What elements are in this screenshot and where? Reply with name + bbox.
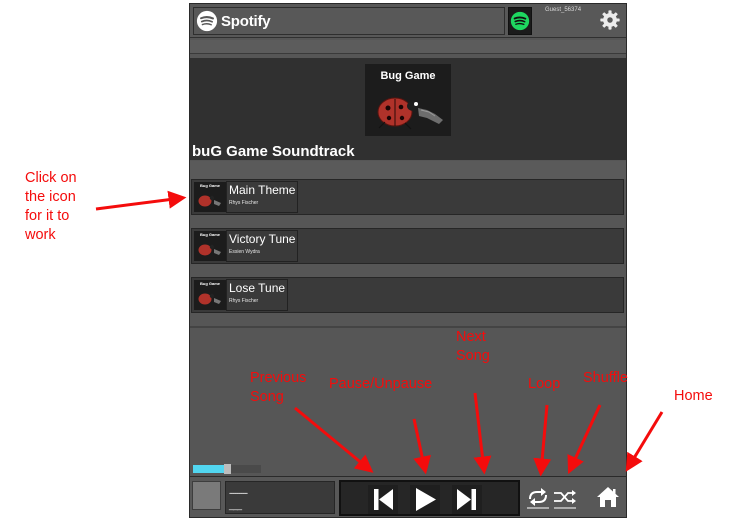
annotation-line: work	[25, 227, 56, 243]
track-name: Lose Tune	[229, 281, 286, 295]
track-play-icon[interactable]: Bug Game	[194, 182, 226, 212]
annotation-pause: Pause/Unpause	[329, 376, 433, 392]
loop-icon	[527, 488, 549, 509]
shuffle-icon	[554, 490, 576, 509]
track-info: Lose Tune Rhys Fischer	[226, 279, 289, 311]
progress-handle[interactable]	[224, 464, 231, 474]
annotation-line: the icon	[25, 189, 76, 205]
previous-button[interactable]	[368, 485, 398, 514]
annotation-shuffle: Shuffle	[583, 370, 628, 386]
progress-fill	[193, 465, 227, 473]
annotation-line: for it to	[25, 208, 70, 224]
now-playing-info: --------- ___	[225, 481, 335, 514]
annotation-loop: Loop	[528, 376, 561, 392]
header-strip	[190, 40, 626, 54]
spotify-account-icon	[510, 11, 530, 31]
track-row[interactable]: Bug Game Lose Tune Rhys Fischer	[191, 277, 624, 313]
ladybug-controller-image	[377, 97, 443, 130]
next-icon	[457, 489, 476, 510]
track-row[interactable]: Bug Game Main Theme Rhys Fischer	[191, 179, 624, 215]
spotify-app-window: Spotify Guest_56374 Bug Game buG Game So…	[189, 3, 627, 497]
track-artist: Rhys Fischer	[229, 298, 259, 304]
shuffle-button[interactable]	[551, 484, 579, 510]
album-header: Bug Game buG Game Soundtrack	[190, 58, 626, 160]
now-playing-artist: ___	[229, 500, 242, 510]
next-button[interactable]	[452, 485, 482, 514]
loop-button[interactable]	[524, 484, 552, 510]
annotation-home: Home	[674, 388, 713, 404]
now-playing-thumbnail	[192, 481, 221, 510]
arrow-to-home	[625, 411, 664, 472]
annotation-line: Song	[250, 389, 284, 405]
track-name: Main Theme	[229, 183, 296, 197]
track-row[interactable]: Bug Game Victory Tune Essien Wydra	[191, 228, 624, 264]
content-divider	[190, 326, 626, 328]
play-icon	[416, 488, 436, 511]
track-artist: Essien Wydra	[229, 249, 260, 255]
brand-name: Spotify	[221, 12, 271, 30]
track-list-header	[190, 161, 626, 179]
ladybug-thumbnail-icon	[198, 244, 221, 256]
username: Guest_56374	[545, 7, 582, 13]
gear-icon[interactable]	[599, 9, 621, 31]
playback-controls	[339, 480, 520, 516]
ladybug-thumbnail-icon	[198, 195, 221, 207]
track-name: Victory Tune	[229, 232, 296, 246]
arrow-to-track-icon	[95, 190, 187, 211]
home-icon	[597, 487, 619, 507]
track-play-icon[interactable]: Bug Game	[194, 280, 226, 310]
previous-icon	[374, 489, 393, 510]
spotify-logo-icon	[196, 10, 218, 32]
account-button[interactable]	[508, 7, 532, 35]
track-info: Main Theme Rhys Fischer	[226, 181, 299, 213]
now-playing-title: ---------	[229, 488, 248, 498]
annotation-next: Next Song	[456, 328, 490, 366]
home-button[interactable]	[594, 484, 622, 510]
album-art: Bug Game	[365, 64, 451, 136]
play-pause-button[interactable]	[410, 485, 440, 514]
brand: Spotify	[193, 7, 505, 35]
top-bar: Spotify Guest_56374	[190, 4, 626, 38]
track-info: Victory Tune Essien Wydra	[226, 230, 299, 262]
ladybug-thumbnail-icon	[198, 293, 221, 305]
track-play-icon[interactable]: Bug Game	[194, 231, 226, 261]
track-artist: Rhys Fischer	[229, 200, 259, 206]
annotation-click-icon: Click on the icon for it to work	[25, 169, 77, 245]
annotation-line: Next	[456, 329, 486, 345]
annotation-line: Previous	[250, 370, 307, 386]
album-title: buG Game Soundtrack	[192, 143, 355, 160]
annotation-previous: Previous Song	[250, 369, 306, 407]
annotation-line: Click on	[25, 170, 77, 186]
annotation-line: Song	[456, 348, 490, 364]
